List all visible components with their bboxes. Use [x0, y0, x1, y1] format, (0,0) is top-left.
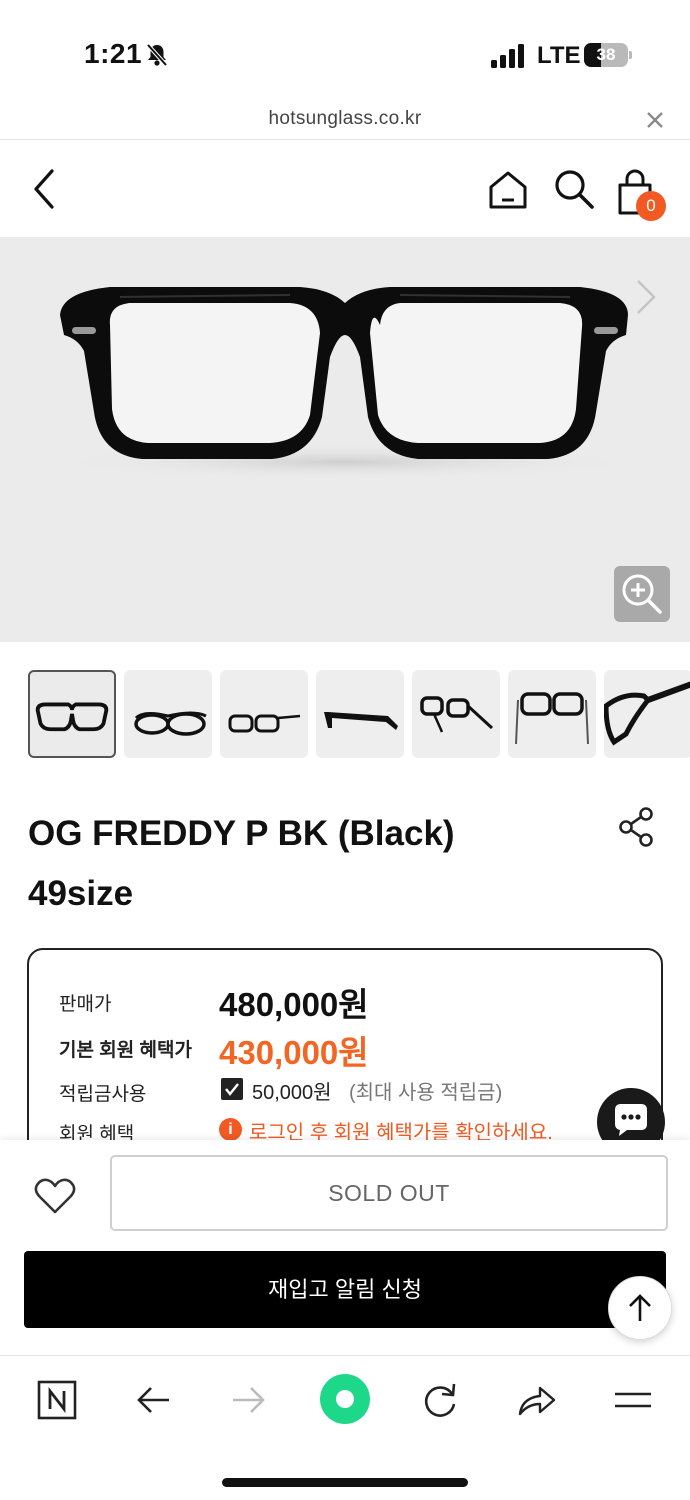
restock-alert-button[interactable]: 재입고 알림 신청 — [24, 1251, 666, 1328]
thumbnail-6[interactable] — [508, 670, 596, 758]
naver-icon[interactable] — [35, 1378, 79, 1422]
close-icon[interactable] — [646, 111, 664, 129]
thumbnail-7[interactable] — [604, 670, 690, 758]
home-icon[interactable] — [487, 169, 529, 211]
status-bar: 1:21 LTE 38 — [0, 0, 690, 100]
thumbnail-3[interactable] — [220, 670, 308, 758]
back-arrow-icon[interactable] — [28, 167, 64, 211]
member-price-label: 기본 회원 혜택가 — [59, 1040, 192, 1061]
sale-price-label: 판매가 — [59, 994, 112, 1015]
bell-off-icon — [146, 43, 168, 67]
points-label: 적립금사용 — [59, 1084, 147, 1105]
thumbnail-4[interactable] — [316, 670, 404, 758]
battery-indicator: 38 — [584, 43, 632, 67]
points-note: (최대 사용 적립금) — [349, 1082, 503, 1104]
thumbnail-strip — [0, 670, 690, 760]
url-text[interactable]: hotsunglass.co.kr — [0, 108, 690, 130]
thumbnail-1[interactable] — [28, 670, 116, 758]
status-time: 1:21 — [84, 38, 143, 69]
sale-price: 480,000원 — [219, 986, 369, 1023]
cart-count-badge: 0 — [636, 191, 666, 221]
scroll-top-button[interactable] — [608, 1276, 672, 1340]
browser-url-bar[interactable]: hotsunglass.co.kr — [0, 100, 690, 140]
thumbnail-5[interactable] — [412, 670, 500, 758]
site-header — [0, 141, 690, 237]
product-image-carousel[interactable] — [0, 237, 690, 642]
zoom-button[interactable] — [614, 566, 670, 622]
arrow-up-icon — [629, 1294, 651, 1321]
home-indicator — [222, 1478, 468, 1487]
purchase-action-bar: SOLD OUT 재입고 알림 신청 — [0, 1140, 690, 1354]
forward-icon[interactable] — [227, 1378, 271, 1422]
sold-out-button[interactable]: SOLD OUT — [110, 1155, 668, 1231]
browser-toolbar — [0, 1355, 690, 1500]
check-icon — [225, 1083, 239, 1096]
search-icon[interactable] — [552, 167, 596, 211]
back-icon[interactable] — [131, 1378, 175, 1422]
glasses-image — [45, 287, 645, 480]
menu-icon[interactable] — [611, 1378, 655, 1422]
heart-icon[interactable] — [33, 1176, 77, 1216]
zoom-in-icon — [622, 574, 662, 614]
share-forward-icon[interactable] — [514, 1378, 558, 1422]
refresh-icon[interactable] — [418, 1378, 462, 1422]
product-name: OG FREDDY P BK (Black) — [28, 814, 455, 853]
thumbnail-2[interactable] — [124, 670, 212, 758]
battery-level: 38 — [596, 45, 616, 64]
share-icon[interactable] — [617, 806, 655, 848]
green-dot-icon[interactable] — [319, 1373, 371, 1425]
product-size: 49size — [28, 874, 134, 913]
info-icon: i — [219, 1118, 242, 1141]
network-type: LTE — [537, 42, 581, 69]
points-value: 50,000원 — [252, 1082, 332, 1104]
signal-icon — [491, 44, 524, 68]
member-price: 430,000원 — [219, 1034, 369, 1071]
chevron-right-icon[interactable] — [632, 277, 660, 317]
points-checkbox[interactable] — [221, 1078, 243, 1100]
product-title: OG FREDDY P BK (Black) 49size — [28, 804, 588, 924]
